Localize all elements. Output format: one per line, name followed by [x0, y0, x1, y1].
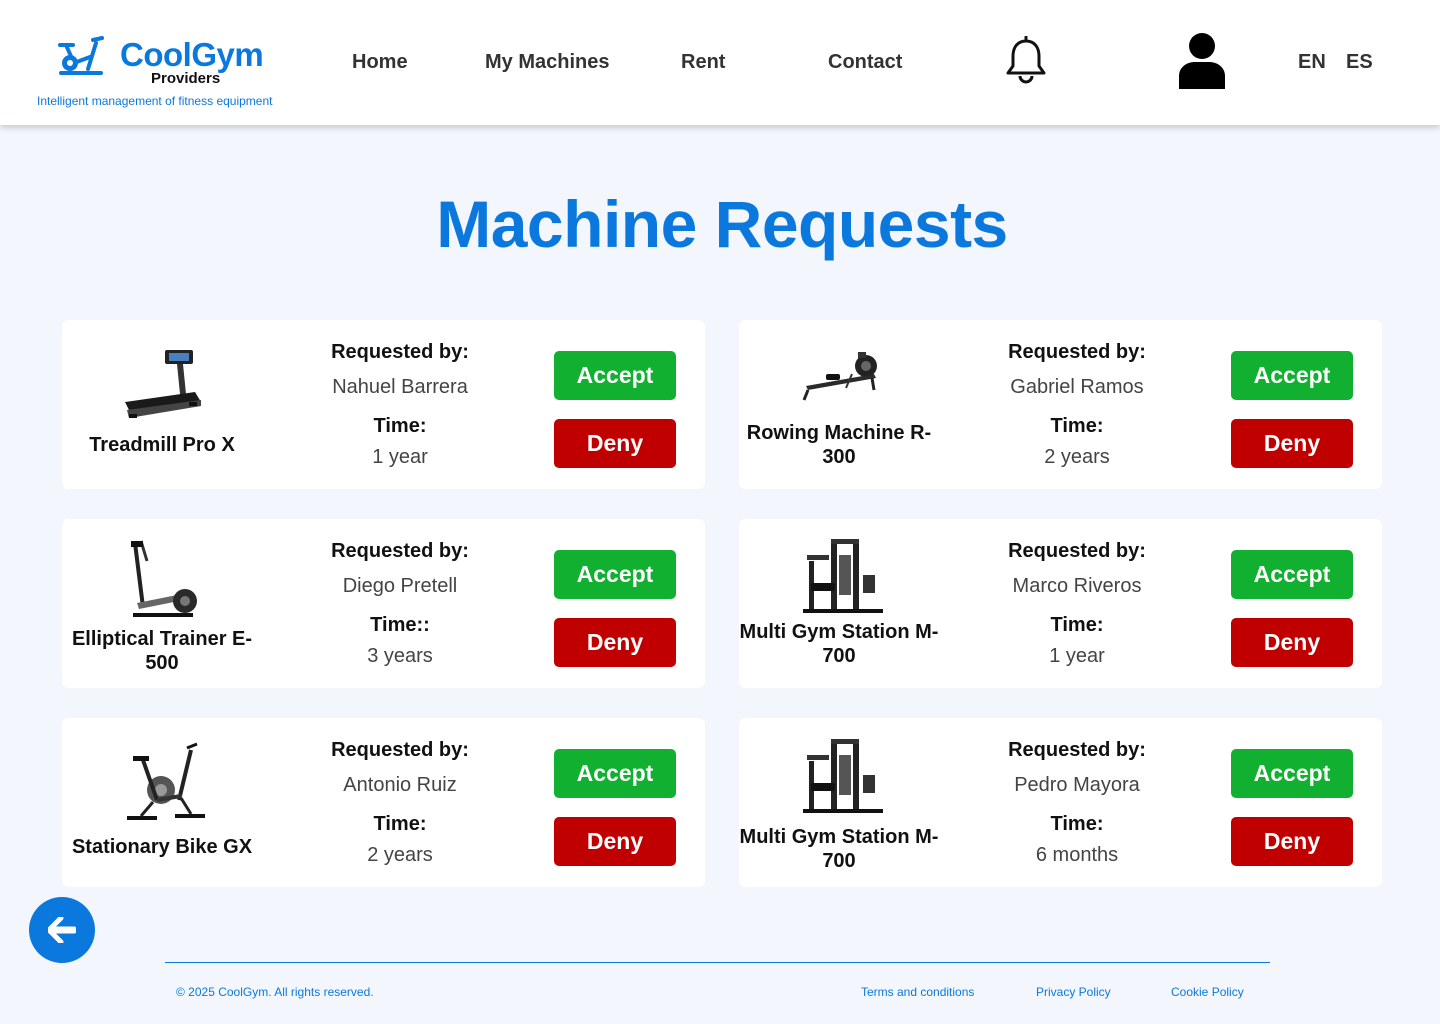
machine-name: Elliptical Trainer E-500 — [71, 628, 253, 674]
nav-my-machines[interactable]: My Machines — [485, 51, 609, 74]
treadmill-image — [125, 350, 201, 418]
brand-name: CoolGym — [120, 36, 264, 73]
machine-name: Rowing Machine R-300 — [746, 422, 932, 468]
requester-name: Antonio Ruiz — [343, 774, 457, 796]
brand-subtitle: Providers — [151, 70, 221, 87]
time-value: 1 year — [1049, 645, 1105, 667]
requested-by-label: Requested by: — [1008, 341, 1146, 363]
time-label: Time: — [1050, 614, 1104, 636]
request-card: Stationary Bike GX Requested by: Antonio… — [62, 718, 705, 887]
request-card: Elliptical Trainer E-500 Requested by: D… — [62, 519, 705, 688]
machine-name: Treadmill Pro X — [89, 434, 235, 456]
lang-en[interactable]: EN — [1298, 51, 1326, 74]
deny-button[interactable]: Deny — [554, 817, 676, 866]
stationary-bike-image — [127, 742, 205, 820]
requester-name: Marco Riveros — [1012, 575, 1142, 597]
footer-link-terms[interactable]: Terms and conditions — [861, 985, 974, 999]
request-card: Rowing Machine R-300 Requested by: Gabri… — [739, 320, 1382, 489]
accept-button[interactable]: Accept — [1231, 749, 1353, 798]
back-button[interactable] — [29, 897, 95, 963]
requested-by-label: Requested by: — [331, 739, 469, 761]
bell-icon[interactable] — [1005, 36, 1047, 86]
time-value: 6 months — [1035, 844, 1119, 866]
time-value: 3 years — [367, 645, 433, 667]
request-card: Multi Gym Station M-700 Requested by: Pe… — [739, 718, 1382, 887]
time-label: Time:: — [370, 614, 430, 636]
nav-contact[interactable]: Contact — [828, 51, 902, 74]
bike-logo-icon — [58, 36, 104, 75]
elliptical-trainer-image — [131, 540, 197, 617]
user-icon[interactable] — [1177, 32, 1227, 90]
nav-home[interactable]: Home — [352, 51, 408, 74]
accept-button[interactable]: Accept — [554, 550, 676, 599]
requester-name: Diego Pretell — [342, 575, 458, 597]
time-label: Time: — [1050, 415, 1104, 437]
arrow-left-icon — [48, 917, 76, 943]
machine-name: Multi Gym Station M-700 — [739, 621, 939, 667]
footer-link-privacy[interactable]: Privacy Policy — [1036, 985, 1111, 999]
time-label: Time: — [1050, 813, 1104, 835]
machine-name: Multi Gym Station M-700 — [739, 826, 939, 872]
time-label: Time: — [373, 415, 427, 437]
requested-by-label: Requested by: — [331, 540, 469, 562]
requester-name: Gabriel Ramos — [1010, 376, 1144, 398]
requested-by-label: Requested by: — [331, 341, 469, 363]
footer-copyright: © 2025 CoolGym. All rights reserved. — [176, 985, 374, 999]
accept-button[interactable]: Accept — [1231, 351, 1353, 400]
request-card: Treadmill Pro X Requested by: Nahuel Bar… — [62, 320, 705, 489]
time-value: 2 years — [367, 844, 433, 866]
multi-gym-station-image — [803, 539, 883, 613]
deny-button[interactable]: Deny — [1231, 618, 1353, 667]
multi-gym-station-image — [803, 739, 883, 813]
time-value: 1 year — [372, 446, 428, 468]
machine-name: Stationary Bike GX — [71, 836, 253, 858]
footer-divider — [165, 962, 1270, 963]
logo[interactable]: CoolGym Providers Intelligent management… — [37, 33, 287, 113]
time-value: 2 years — [1044, 446, 1110, 468]
accept-button[interactable]: Accept — [1231, 550, 1353, 599]
accept-button[interactable]: Accept — [554, 351, 676, 400]
requester-name: Nahuel Barrera — [332, 376, 468, 398]
request-card: Multi Gym Station M-700 Requested by: Ma… — [739, 519, 1382, 688]
header: CoolGym Providers Intelligent management… — [0, 0, 1440, 125]
deny-button[interactable]: Deny — [1231, 817, 1353, 866]
lang-es[interactable]: ES — [1346, 51, 1373, 74]
requested-by-label: Requested by: — [1008, 540, 1146, 562]
time-label: Time: — [373, 813, 427, 835]
footer-link-cookies[interactable]: Cookie Policy — [1171, 985, 1244, 999]
deny-button[interactable]: Deny — [554, 618, 676, 667]
deny-button[interactable]: Deny — [554, 419, 676, 468]
requested-by-label: Requested by: — [1008, 739, 1146, 761]
page-title: Machine Requests — [436, 187, 1008, 261]
requester-name: Pedro Mayora — [1014, 774, 1140, 796]
accept-button[interactable]: Accept — [554, 749, 676, 798]
brand-tagline: Intelligent management of fitness equipm… — [37, 94, 273, 108]
deny-button[interactable]: Deny — [1231, 419, 1353, 468]
nav-rent[interactable]: Rent — [681, 51, 725, 74]
